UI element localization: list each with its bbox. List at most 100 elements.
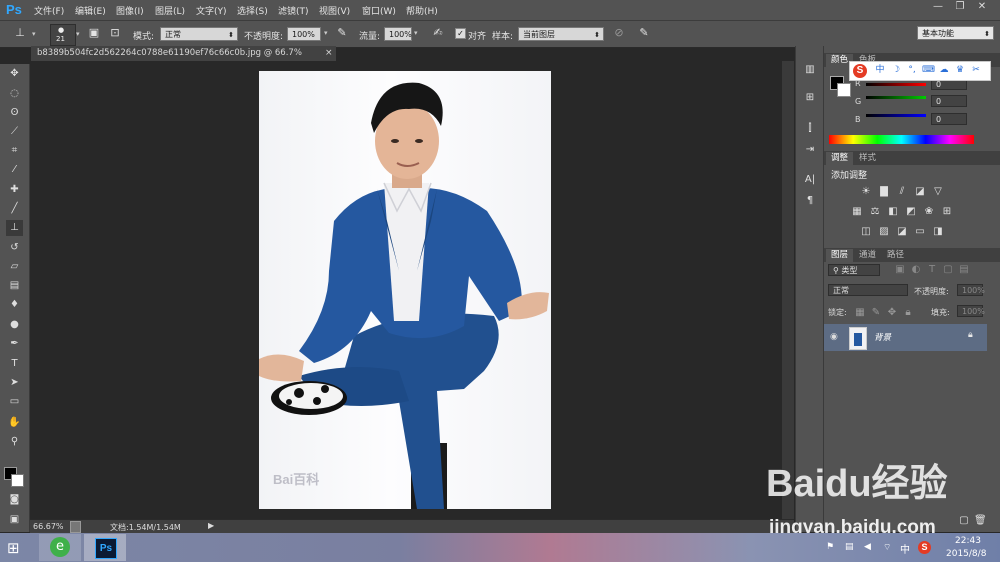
actions-panel-icon[interactable]: ⊞	[802, 92, 818, 106]
menu-select[interactable]: 选择(S)	[237, 4, 268, 17]
layer-filter-select[interactable]: ⚲ 类型	[828, 264, 880, 276]
wifi-icon[interactable]: ⌔	[883, 542, 891, 553]
taskbar-browser-button[interactable]: e	[39, 534, 81, 561]
photo-filter-icon[interactable]: ◩	[905, 206, 917, 217]
lasso-tool-icon[interactable]: ʘ	[6, 105, 23, 121]
taskbar-photoshop-button[interactable]: Ps	[84, 534, 126, 561]
tool-preset-arrow-icon[interactable]: ▾	[32, 30, 36, 38]
new-layer-icon[interactable]: ▢	[958, 515, 970, 526]
pressure-size-icon[interactable]: ✎	[636, 25, 652, 41]
background-color-swatch[interactable]	[11, 474, 24, 487]
filter-smart-object-icon[interactable]: ▤	[958, 264, 970, 275]
clock-time[interactable]: 22:43	[955, 536, 981, 546]
keyboard-icon[interactable]: ⌨	[922, 64, 935, 76]
levels-icon[interactable]: ▇	[878, 186, 890, 197]
taskbar-ime-indicator[interactable]: 中	[900, 541, 910, 556]
windows-start-icon[interactable]: ⊞	[7, 539, 20, 557]
menu-view[interactable]: 视图(V)	[319, 4, 350, 17]
menu-window[interactable]: 窗口(W)	[362, 4, 396, 17]
blend-mode-select[interactable]: 正常	[828, 284, 908, 296]
clone-stamp-tool-icon[interactable]: ⊥	[6, 220, 23, 236]
flag-icon[interactable]: ⚑	[826, 542, 834, 552]
filter-shape-icon[interactable]: ▢	[942, 264, 954, 275]
channel-b-slider[interactable]	[866, 114, 926, 117]
menu-filter[interactable]: 滤镜(T)	[278, 4, 309, 17]
workspace-switcher[interactable]: 基本功能 ⬍	[917, 26, 994, 40]
channel-mixer-icon[interactable]: ❀	[923, 206, 935, 217]
channel-b-input[interactable]: 0	[931, 113, 967, 125]
color-balance-icon[interactable]: ⚖	[869, 206, 881, 217]
tab-adjustments[interactable]: 调整	[826, 152, 854, 165]
hue-saturation-icon[interactable]: ▦	[851, 206, 863, 217]
airbrush-icon[interactable]: ✍	[430, 25, 446, 41]
sogou-tray-icon[interactable]: S	[918, 541, 931, 554]
pressure-opacity-icon[interactable]: ✎	[334, 25, 350, 41]
status-menu-arrow-icon[interactable]: ▶	[208, 521, 214, 530]
menu-type[interactable]: 文字(Y)	[196, 4, 227, 17]
opacity-arrow-icon[interactable]: ▾	[324, 29, 328, 37]
hand-tool-icon[interactable]: ✋	[6, 415, 23, 431]
menu-edit[interactable]: 编辑(E)	[75, 4, 106, 17]
menu-image[interactable]: 图像(I)	[116, 4, 144, 17]
lock-transparent-icon[interactable]: ▦	[854, 307, 866, 318]
marquee-tool-icon[interactable]: ◌	[6, 86, 23, 102]
quick-mask-icon[interactable]: ◙	[6, 492, 23, 508]
eyedropper-tool-icon[interactable]: ⁄	[6, 162, 23, 178]
path-select-tool-icon[interactable]: ➤	[6, 375, 23, 391]
channel-r-slider[interactable]	[866, 83, 926, 86]
zoom-tool-icon[interactable]: ⚲	[6, 434, 23, 450]
network-icon[interactable]: ▤	[845, 542, 854, 552]
black-white-icon[interactable]: ◧	[887, 206, 899, 217]
close-button[interactable]: ✕	[974, 1, 990, 15]
color-lookup-icon[interactable]: ⊞	[941, 206, 953, 217]
brush-presets-icon[interactable]: ⫿	[802, 123, 818, 137]
toggle-clone-source-icon[interactable]: ⊡	[107, 25, 123, 41]
layer-opacity-input[interactable]: 100%	[957, 284, 985, 296]
filter-pixel-icon[interactable]: ▣	[894, 264, 906, 275]
crop-tool-icon[interactable]: ⌗	[6, 143, 23, 159]
menu-layer[interactable]: 图层(L)	[155, 4, 185, 17]
layer-row[interactable]: ◉ 背景 🔒︎	[824, 324, 987, 351]
curves-icon[interactable]: ⫽	[896, 186, 908, 197]
color-spectrum-ramp[interactable]	[829, 135, 974, 144]
blur-tool-icon[interactable]: ♦	[6, 297, 23, 313]
aligned-checkbox[interactable]: ✓	[455, 28, 466, 39]
clone-stamp-tool-icon[interactable]: ⊥	[12, 25, 28, 41]
minimize-button[interactable]: —	[930, 1, 946, 15]
gradient-tool-icon[interactable]: ▤	[6, 278, 23, 294]
brush-preset-picker[interactable]: ● 21	[50, 24, 76, 46]
flow-input[interactable]: 100%	[384, 27, 412, 41]
menu-help[interactable]: 帮助(H)	[406, 4, 438, 17]
clock-date[interactable]: 2015/8/8	[946, 549, 986, 559]
skin-icon[interactable]: ♛	[954, 64, 966, 76]
zoom-level[interactable]: 66.67%	[33, 522, 64, 531]
filter-type-icon[interactable]: T	[926, 264, 938, 275]
brush-preset-arrow-icon[interactable]: ▾	[76, 30, 80, 38]
tools-icon[interactable]: ✂	[970, 64, 982, 76]
tab-layers[interactable]: 图层	[826, 249, 854, 262]
channel-g-input[interactable]: 0	[931, 95, 967, 107]
posterize-icon[interactable]: ▨	[878, 226, 890, 237]
document-image[interactable]: Bai百科	[259, 71, 551, 509]
clone-source-icon[interactable]: ⇥	[802, 144, 818, 158]
delete-layer-icon[interactable]: 🗑︎	[974, 515, 987, 526]
status-icon[interactable]	[70, 521, 81, 533]
eraser-tool-icon[interactable]: ▱	[6, 259, 23, 275]
history-panel-icon[interactable]: ▥	[802, 64, 818, 78]
fill-input[interactable]: 100%	[957, 305, 985, 317]
punctuation-icon[interactable]: °,	[906, 64, 918, 76]
quick-select-tool-icon[interactable]: ⟋	[6, 124, 23, 140]
ime-toolbar[interactable]: S 中 ☽ °, ⌨ ☁ ♛ ✂	[849, 61, 991, 81]
screen-mode-icon[interactable]: ▣	[6, 512, 23, 528]
visibility-eye-icon[interactable]: ◉	[830, 332, 838, 342]
history-brush-tool-icon[interactable]: ↺	[6, 240, 23, 256]
menu-file[interactable]: 文件(F)	[34, 4, 64, 17]
lock-position-icon[interactable]: ✥	[886, 307, 898, 318]
color-bg-swatch[interactable]	[837, 83, 851, 97]
brush-tool-icon[interactable]: ╱	[6, 201, 23, 217]
vibrance-icon[interactable]: ▽	[932, 186, 944, 197]
mode-select[interactable]: 正常 ⬍	[160, 27, 238, 41]
invert-icon[interactable]: ◫	[860, 226, 872, 237]
opacity-input[interactable]: 100%	[287, 27, 321, 41]
channel-g-slider[interactable]	[866, 96, 926, 99]
